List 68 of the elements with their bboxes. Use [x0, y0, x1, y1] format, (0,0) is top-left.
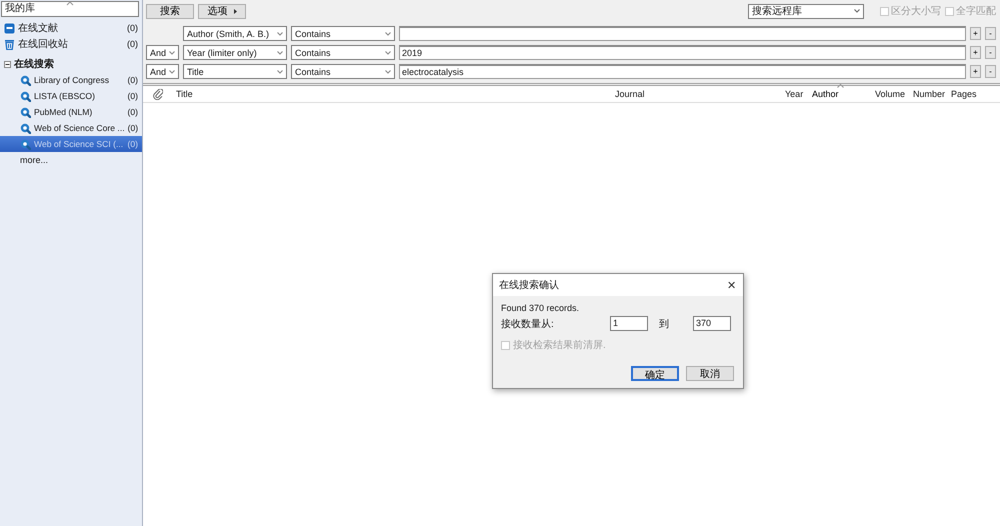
- operator-dropdown[interactable]: Contains: [291, 26, 395, 41]
- library-field[interactable]: 我的库: [1, 1, 139, 17]
- source-dropdown[interactable]: 搜索远程库: [748, 4, 864, 18]
- checkbox-label: 接收检索结果前清屏.: [513, 338, 606, 352]
- dialog-button[interactable]: 确定: [631, 366, 679, 381]
- column-header[interactable]: Title: [176, 89, 193, 99]
- more-link[interactable]: more...: [0, 152, 142, 168]
- operator-dropdown[interactable]: Contains: [291, 45, 395, 60]
- row-button[interactable]: +: [970, 65, 981, 78]
- toolbar-button[interactable]: 搜索: [146, 4, 194, 18]
- column-header[interactable]: Pages: [951, 89, 977, 99]
- chevron-down-icon: [169, 50, 175, 54]
- search-icon: [20, 74, 31, 86]
- from-label: 接收数量从:: [501, 318, 555, 330]
- checkbox-label: 全字匹配: [956, 4, 996, 18]
- trash-icon: [4, 38, 15, 50]
- sidebar-item[interactable]: 在线文献 (0): [0, 20, 142, 36]
- sidebar-item[interactable]: Library of Congress (0): [0, 72, 142, 88]
- search-icon: [20, 106, 31, 118]
- sidebar-item[interactable]: PubMed (NLM) (0): [0, 104, 142, 120]
- chevron-down-icon: [854, 9, 860, 13]
- row-button[interactable]: -: [985, 65, 996, 78]
- close-button[interactable]: ✕: [727, 278, 736, 292]
- minus-icon: [5, 62, 10, 66]
- dialog-title: 在线搜索确认: [499, 278, 559, 292]
- chevron-down-icon: [277, 50, 283, 54]
- row-button[interactable]: -: [985, 27, 996, 40]
- chevron-down-icon: [385, 70, 391, 74]
- column-header[interactable]: Volume: [875, 89, 906, 99]
- boolean-dropdown[interactable]: And: [146, 64, 179, 79]
- menu-arrow-icon: [234, 8, 236, 14]
- sidebar-item[interactable]: LISTA (EBSCO) (0): [0, 88, 142, 104]
- from-field[interactable]: 1: [610, 316, 648, 331]
- search-icon: [20, 138, 31, 150]
- dialog-button[interactable]: 取消: [686, 366, 734, 381]
- chevron-down-icon: [277, 70, 283, 74]
- chevron-down-icon: [385, 50, 391, 54]
- operator-dropdown[interactable]: Contains: [291, 64, 395, 79]
- column-header[interactable]: Number: [913, 89, 946, 99]
- search-term-field[interactable]: 2019: [399, 45, 966, 60]
- collapse-toggle[interactable]: [4, 60, 11, 68]
- sidebar-item[interactable]: 在线回收站 (0): [0, 36, 142, 52]
- row-button[interactable]: -: [985, 46, 996, 59]
- to-label: 到: [659, 318, 670, 330]
- search-term-field[interactable]: [399, 26, 966, 41]
- sidebar-item[interactable]: Web of Science Core ... (0): [0, 120, 142, 136]
- field-dropdown[interactable]: Author (Smith, A. B.): [183, 26, 287, 41]
- search-icon: [20, 90, 31, 102]
- search-icon: [20, 122, 31, 134]
- toolbar-button[interactable]: 选项: [198, 4, 246, 18]
- column-header[interactable]: Year: [785, 89, 804, 99]
- message-text: Found 370 records.: [501, 303, 580, 313]
- row-button[interactable]: +: [970, 27, 981, 40]
- boolean-dropdown[interactable]: And: [146, 45, 179, 60]
- field-dropdown[interactable]: Year (limiter only): [183, 45, 287, 60]
- field-dropdown[interactable]: Title: [183, 64, 287, 79]
- to-field[interactable]: 370: [693, 316, 731, 331]
- paperclip-icon: [153, 88, 163, 100]
- chevron-down-icon: [169, 70, 175, 74]
- search-term-field[interactable]: electrocatalysis: [399, 64, 966, 79]
- tree-group[interactable]: 在线搜索: [0, 56, 142, 72]
- chevron-down-icon: [277, 32, 283, 36]
- sort-caret-icon: [66, 1, 74, 6]
- chevron-down-icon: [385, 32, 391, 36]
- column-header[interactable]: Journal: [615, 89, 645, 99]
- column-header[interactable]: Author: [812, 89, 839, 99]
- checkbox-label: 区分大小写: [891, 4, 941, 18]
- row-button[interactable]: +: [970, 46, 981, 59]
